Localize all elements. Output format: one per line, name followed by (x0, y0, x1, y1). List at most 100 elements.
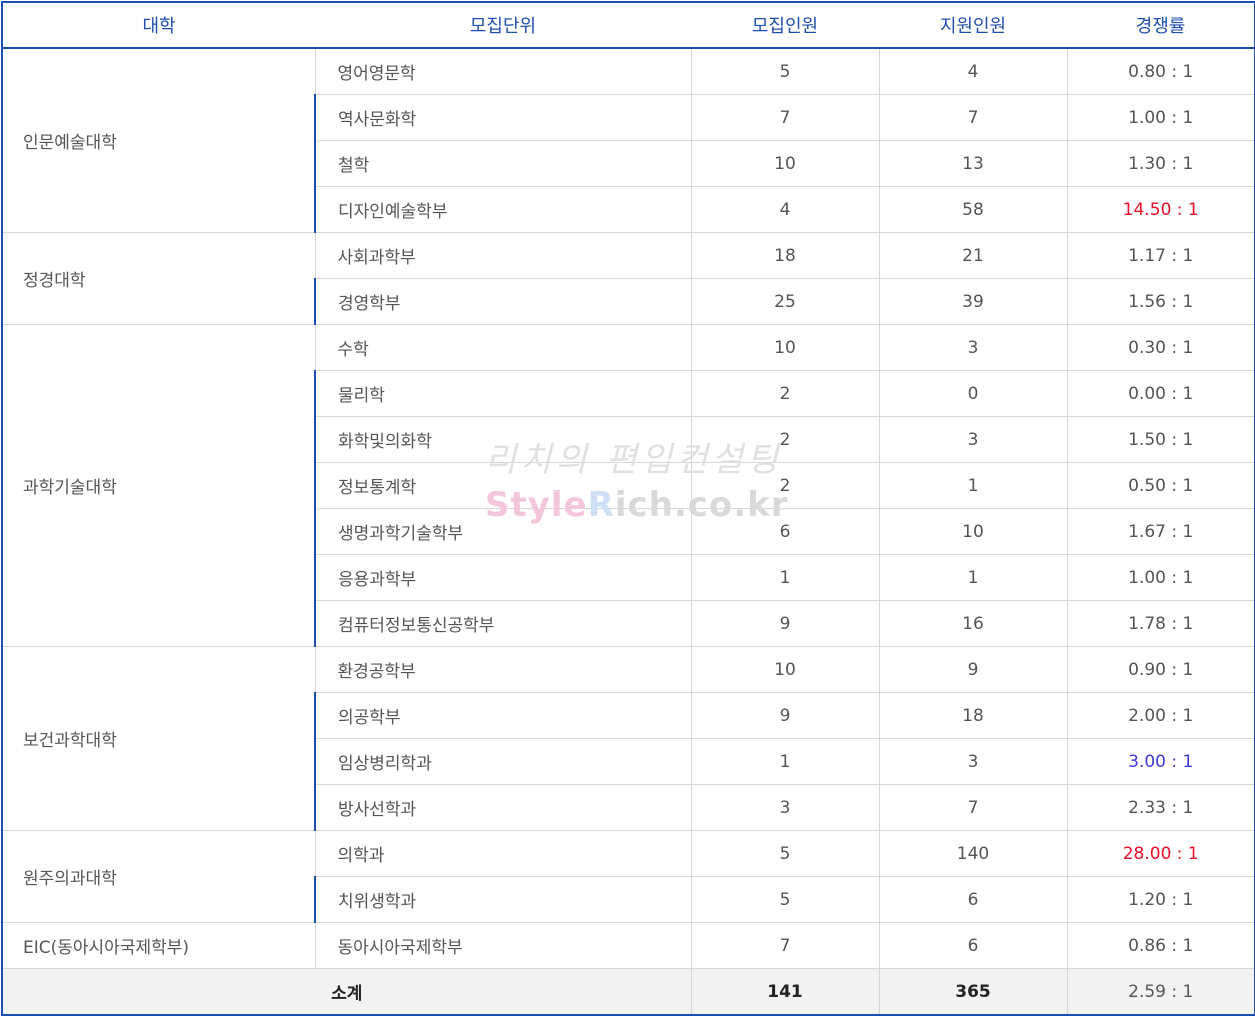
quota-cell: 2 (690, 416, 880, 463)
table-row: 인문예술대학 영어영문학 5 4 0.80 : 1 (1, 47, 1255, 233)
applicants-cell: 140 (878, 830, 1068, 877)
applicants-cell: 7 (878, 94, 1068, 141)
rate-cell: 2.33 : 1 (1066, 784, 1255, 831)
applicants-cell: 39 (878, 278, 1068, 325)
college-cell: EIC(동아시아국제학부) (1, 922, 316, 969)
unit-cell: 의학과 (314, 830, 692, 877)
unit-cell: 경영학부 (314, 278, 692, 325)
rate-cell: 0.30 : 1 (1066, 324, 1255, 371)
rate-cell: 0.80 : 1 (1066, 47, 1255, 95)
unit-cell: 디자인예술학부 (314, 186, 692, 233)
rate-cell: 2.00 : 1 (1066, 692, 1255, 739)
rate-cell: 14.50 : 1 (1066, 186, 1255, 233)
unit-cell: 정보통계학 (314, 462, 692, 509)
total-row: 소계 141 365 2.59 : 1 (1, 968, 1255, 1016)
applicants-cell: 3 (878, 416, 1068, 463)
rate-cell: 1.00 : 1 (1066, 94, 1255, 141)
admission-results-table: 대학 모집단위 모집인원 지원인원 경쟁률 인문예술대학 영어영문학 5 4 0.80 … (1, 1, 1255, 1016)
rate-cell: 1.30 : 1 (1066, 140, 1255, 187)
quota-cell: 18 (690, 232, 880, 279)
rate-cell: 1.17 : 1 (1066, 232, 1255, 279)
unit-cell: 방사선학과 (314, 784, 692, 831)
rate-cell: 1.78 : 1 (1066, 600, 1255, 647)
college-cell: 과학기술대학 (1, 324, 316, 647)
unit-cell: 역사문화학 (314, 94, 692, 141)
applicants-cell: 16 (878, 600, 1068, 647)
rate-cell: 3.00 : 1 (1066, 738, 1255, 785)
unit-cell: 사회과학부 (314, 232, 692, 279)
total-applicants: 365 (878, 968, 1068, 1016)
quota-cell: 1 (690, 554, 880, 601)
quota-cell: 6 (690, 508, 880, 555)
unit-cell: 화학및의화학 (314, 416, 692, 463)
quota-cell: 5 (690, 830, 880, 877)
rate-cell: 1.00 : 1 (1066, 554, 1255, 601)
header-unit: 모집단위 (315, 1, 691, 49)
quota-cell: 5 (690, 876, 880, 923)
applicants-cell: 1 (878, 554, 1068, 601)
quota-cell: 25 (690, 278, 880, 325)
table-row: 과학기술대학 수학 10 3 0.30 : 1 (1, 324, 1255, 647)
header-row: 대학 모집단위 모집인원 지원인원 경쟁률 (1, 1, 1255, 49)
quota-cell: 10 (690, 646, 880, 693)
quota-cell: 2 (690, 462, 880, 509)
applicants-cell: 18 (878, 692, 1068, 739)
unit-cell: 물리학 (314, 370, 692, 417)
quota-cell: 9 (690, 692, 880, 739)
table-row: 원주의과대학 의학과 5 140 28.00 : 1 (1, 830, 1255, 923)
applicants-cell: 3 (878, 738, 1068, 785)
table-row: EIC(동아시아국제학부) 동아시아국제학부 7 6 0.86 : 1 (1, 922, 1255, 969)
college-cell: 보건과학대학 (1, 646, 316, 831)
header-rate: 경쟁률 (1067, 1, 1255, 49)
header-college: 대학 (1, 1, 315, 49)
quota-cell: 3 (690, 784, 880, 831)
applicants-cell: 1 (878, 462, 1068, 509)
unit-cell: 동아시아국제학부 (314, 922, 692, 969)
rate-cell: 1.50 : 1 (1066, 416, 1255, 463)
header-applicants: 지원인원 (879, 1, 1067, 49)
rate-cell: 1.56 : 1 (1066, 278, 1255, 325)
unit-cell: 임상병리학과 (314, 738, 692, 785)
total-label: 소계 (1, 968, 692, 1016)
unit-cell: 의공학부 (314, 692, 692, 739)
table-row: 보건과학대학 환경공학부 10 9 0.90 : 1 (1, 646, 1255, 831)
applicants-cell: 6 (878, 922, 1068, 969)
quota-cell: 1 (690, 738, 880, 785)
unit-cell: 철학 (314, 140, 692, 187)
applicants-cell: 9 (878, 646, 1068, 693)
applicants-cell: 0 (878, 370, 1068, 417)
rate-cell: 1.20 : 1 (1066, 876, 1255, 923)
unit-cell: 영어영문학 (314, 47, 692, 95)
quota-cell: 4 (690, 186, 880, 233)
college-cell: 원주의과대학 (1, 830, 316, 923)
unit-cell: 수학 (314, 324, 692, 371)
college-cell: 인문예술대학 (1, 47, 316, 233)
quota-cell: 7 (690, 922, 880, 969)
unit-cell: 응용과학부 (314, 554, 692, 601)
rate-cell: 0.90 : 1 (1066, 646, 1255, 693)
rate-cell: 0.00 : 1 (1066, 370, 1255, 417)
unit-cell: 환경공학부 (314, 646, 692, 693)
quota-cell: 10 (690, 324, 880, 371)
table-body: 인문예술대학 영어영문학 5 4 0.80 : 1 역사문화학 7 7 1.00 : 1 철학 10… (1, 47, 1255, 969)
unit-cell: 치위생학과 (314, 876, 692, 923)
total-quota: 141 (690, 968, 880, 1016)
quota-cell: 5 (690, 47, 880, 95)
unit-cell: 컴퓨터정보통신공학부 (314, 600, 692, 647)
applicants-cell: 21 (878, 232, 1068, 279)
total-rate: 2.59 : 1 (1066, 968, 1255, 1016)
rate-cell: 1.67 : 1 (1066, 508, 1255, 555)
rate-cell: 28.00 : 1 (1066, 830, 1255, 877)
applicants-cell: 13 (878, 140, 1068, 187)
applicants-cell: 4 (878, 47, 1068, 95)
applicants-cell: 10 (878, 508, 1068, 555)
quota-cell: 2 (690, 370, 880, 417)
table-row: 정경대학 사회과학부 18 21 1.17 : 1 (1, 232, 1255, 325)
quota-cell: 10 (690, 140, 880, 187)
unit-cell: 생명과학기술학부 (314, 508, 692, 555)
rate-cell: 0.86 : 1 (1066, 922, 1255, 969)
header-quota: 모집인원 (691, 1, 879, 49)
college-cell: 정경대학 (1, 232, 316, 325)
applicants-cell: 58 (878, 186, 1068, 233)
quota-cell: 7 (690, 94, 880, 141)
